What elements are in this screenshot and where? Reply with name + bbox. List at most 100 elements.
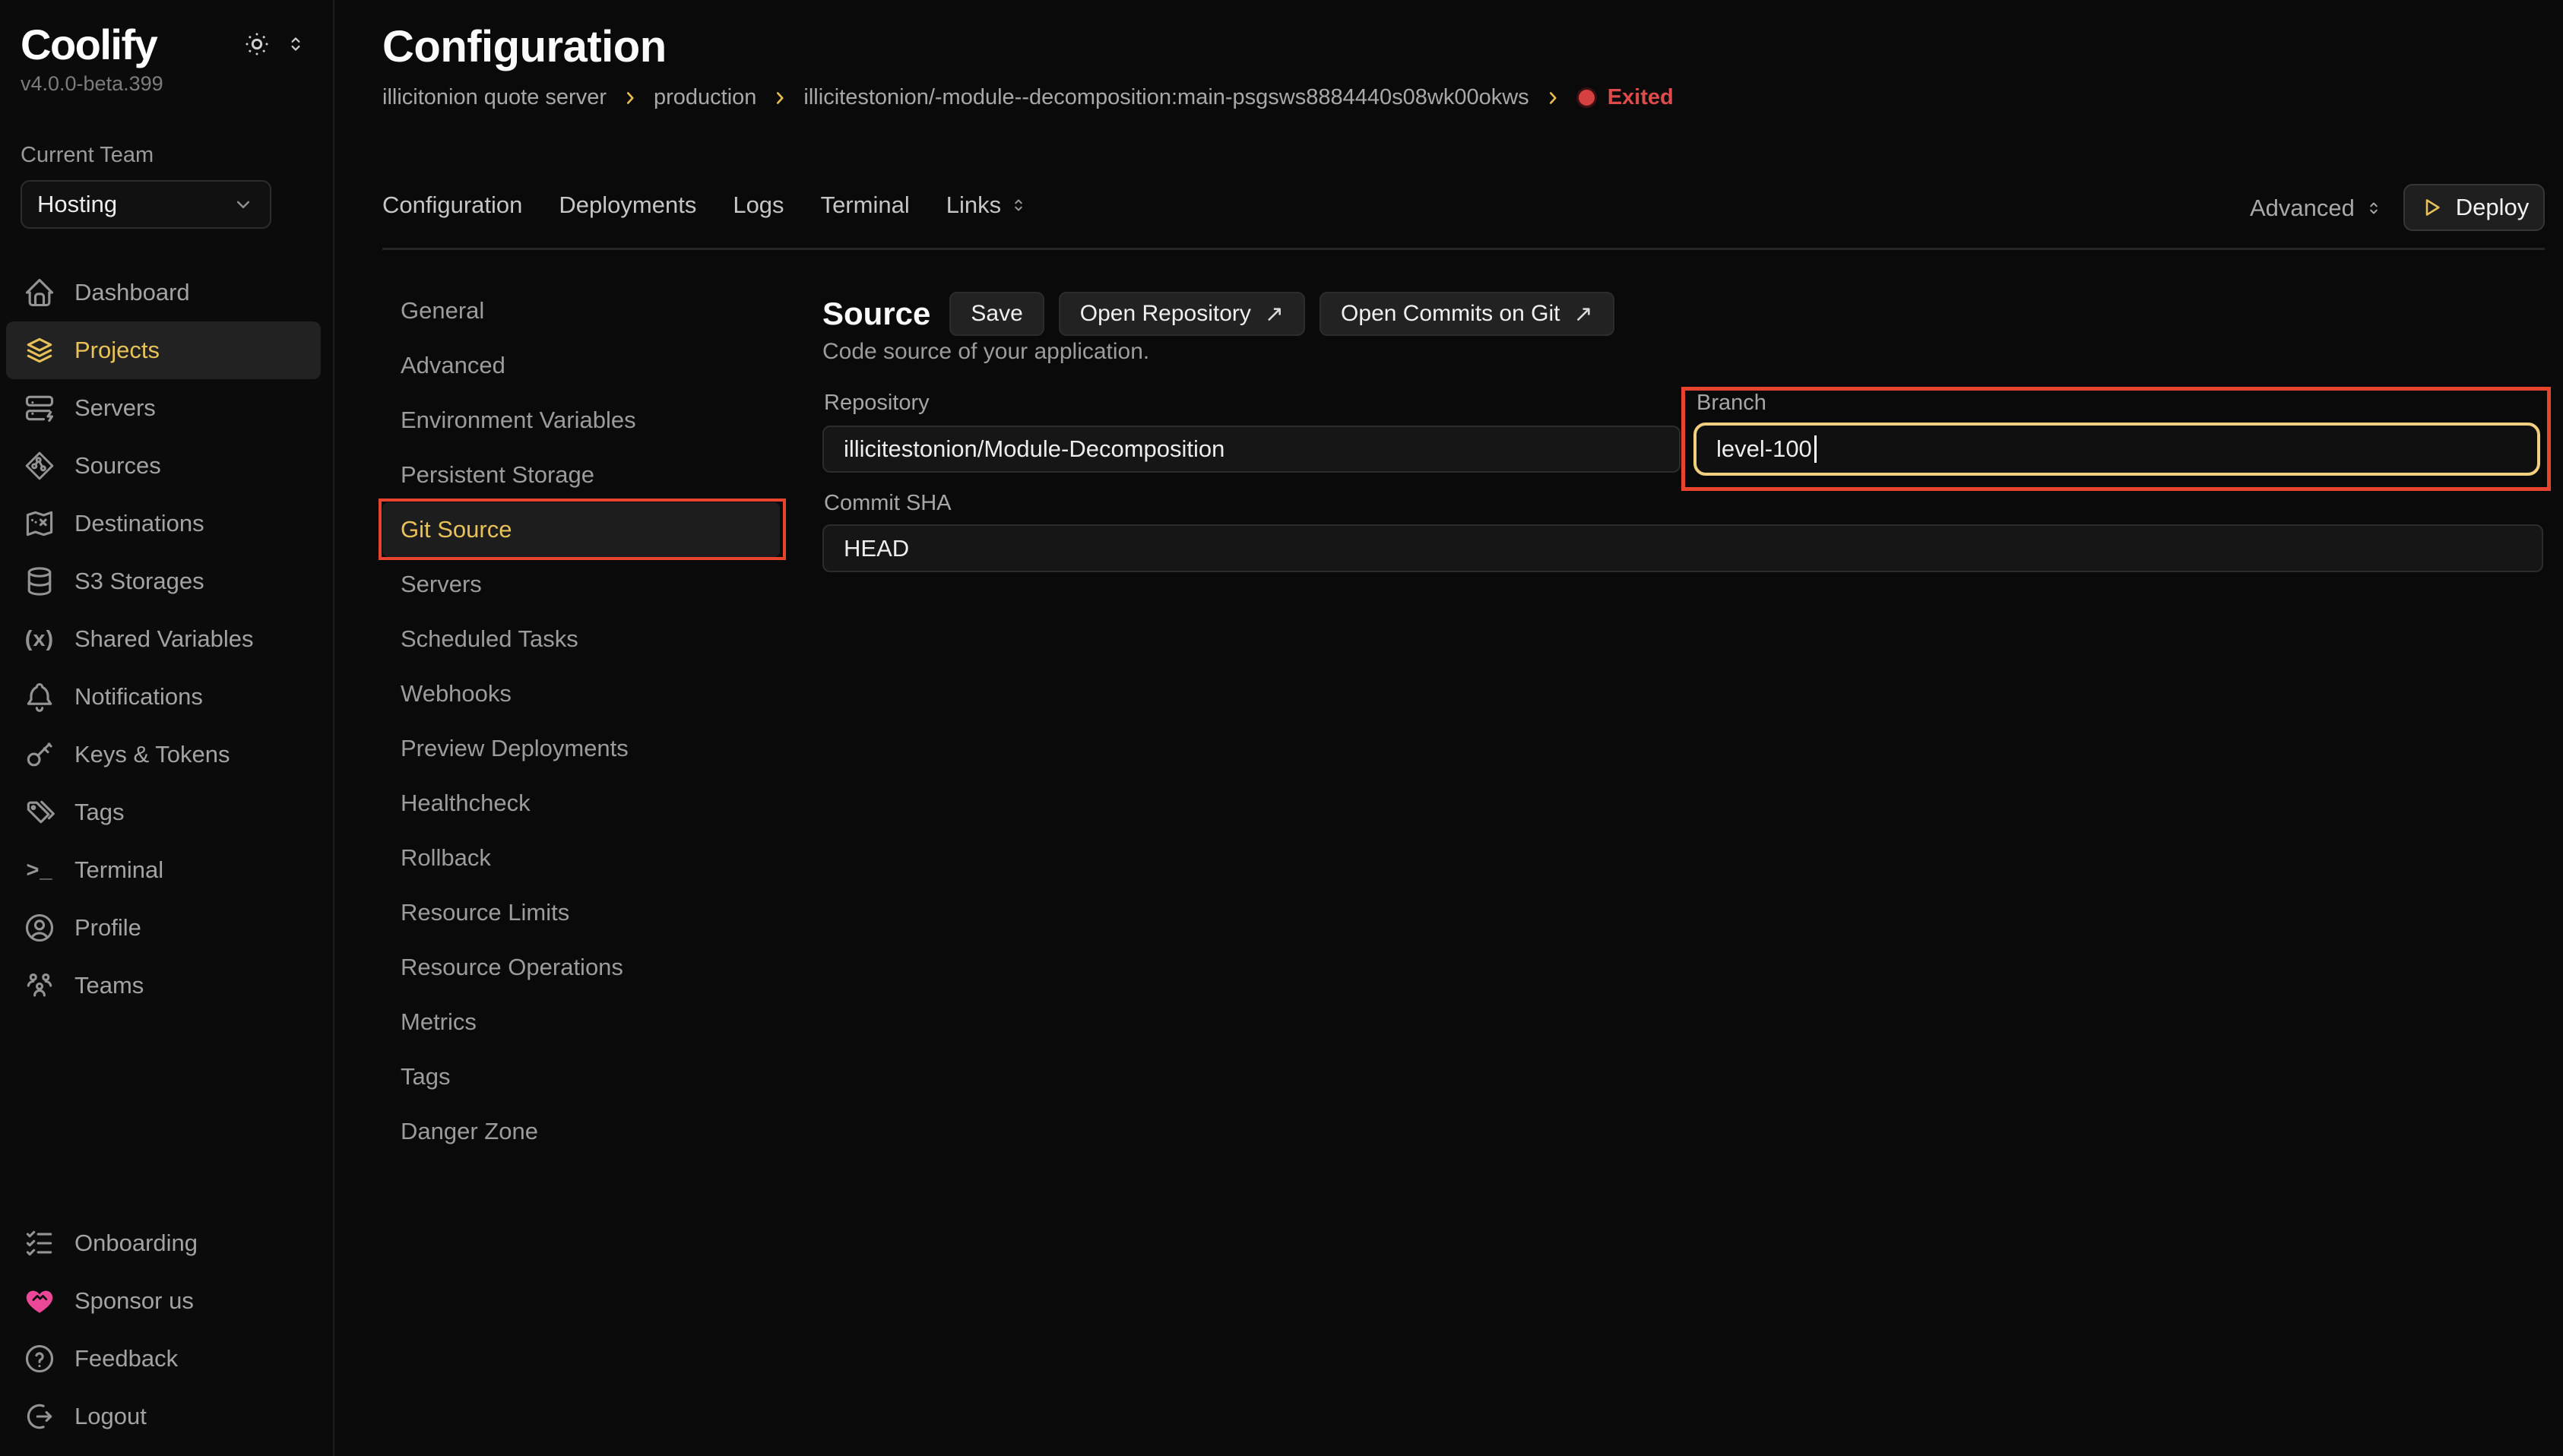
sidebar-item-terminal[interactable]: >_ Terminal xyxy=(6,841,321,899)
heart-icon xyxy=(23,1284,56,1318)
subnav-item-resource-limits[interactable]: Resource Limits xyxy=(382,885,793,940)
save-button[interactable]: Save xyxy=(949,292,1044,336)
status-dot-icon xyxy=(1576,87,1597,108)
logout-icon xyxy=(23,1400,56,1433)
source-header: Source Save Open Repository ↗ Open Commi… xyxy=(822,291,1614,337)
subnav-item-preview-deployments[interactable]: Preview Deployments xyxy=(382,721,793,776)
server-icon xyxy=(23,391,56,425)
git-diamond-icon xyxy=(23,449,56,483)
coolify-app: Coolify v4.0.0-beta.399 Current Team Hos… xyxy=(0,0,2563,1456)
sidebar-item-label: Logout xyxy=(74,1403,147,1430)
sidebar-item-destinations[interactable]: Destinations xyxy=(6,495,321,552)
tab-logs[interactable]: Logs xyxy=(733,191,784,219)
repository-label: Repository xyxy=(824,391,930,416)
sidebar-item-projects[interactable]: Projects xyxy=(6,321,321,379)
current-team-label: Current Team xyxy=(21,143,312,168)
checklist-icon xyxy=(23,1227,56,1260)
sidebar-item-servers[interactable]: Servers xyxy=(6,379,321,437)
breadcrumb-project-link[interactable]: illicitonion quote server xyxy=(382,85,607,110)
subnav-item-resource-operations[interactable]: Resource Operations xyxy=(382,940,793,995)
sidebar-item-teams[interactable]: Teams xyxy=(6,957,321,1014)
sidebar-item-label: Onboarding xyxy=(74,1230,198,1257)
status-text: Exited xyxy=(1608,85,1674,110)
external-link-icon: ↗ xyxy=(1265,301,1284,328)
subnav-item-tags[interactable]: Tags xyxy=(382,1049,793,1104)
sidebar-item-label: Profile xyxy=(74,914,141,942)
app-version: v4.0.0-beta.399 xyxy=(21,72,312,96)
subnav-item-advanced[interactable]: Advanced xyxy=(382,338,793,393)
sidebar-item-shared-variables[interactable]: (x) Shared Variables xyxy=(6,610,321,668)
branch-input[interactable]: level-100 xyxy=(1693,423,2540,476)
subnav-item-scheduled-tasks[interactable]: Scheduled Tasks xyxy=(382,612,793,666)
layers-icon xyxy=(23,334,56,367)
map-icon xyxy=(23,507,56,540)
team-select[interactable]: Hosting xyxy=(21,180,271,229)
app-logo[interactable]: Coolify xyxy=(21,20,157,69)
tab-deployments[interactable]: Deployments xyxy=(559,191,696,219)
sidebar-item-sponsor-us[interactable]: Sponsor us xyxy=(6,1272,321,1330)
tab-links[interactable]: Links xyxy=(946,191,1028,219)
external-link-icon: ↗ xyxy=(1573,301,1592,328)
advanced-dropdown[interactable]: Advanced xyxy=(2250,195,2384,222)
sidebar-nav: Dashboard Projects Servers Sources Desti… xyxy=(0,264,333,1014)
sidebar-item-dashboard[interactable]: Dashboard xyxy=(6,264,321,321)
sidebar-bottom-nav: Onboarding Sponsor us Feedback Logout xyxy=(0,1214,333,1445)
tab-bar: Configuration Deployments Logs Terminal … xyxy=(382,191,1028,219)
subnav-item-webhooks[interactable]: Webhooks xyxy=(382,666,793,721)
subnav-item-rollback[interactable]: Rollback xyxy=(382,831,793,885)
source-subtitle: Code source of your application. xyxy=(822,339,1149,365)
chevron-right-icon xyxy=(1543,88,1563,108)
chevron-right-icon xyxy=(620,88,640,108)
subnav-item-healthcheck[interactable]: Healthcheck xyxy=(382,776,793,831)
subnav-item-general[interactable]: General xyxy=(382,283,793,338)
sidebar-item-label: Projects xyxy=(74,337,160,364)
breadcrumb-resource-link[interactable]: illicitestonion/-module--decomposition:m… xyxy=(803,85,1529,110)
sidebar-item-label: Keys & Tokens xyxy=(74,741,230,768)
sidebar-item-notifications[interactable]: Notifications xyxy=(6,668,321,726)
config-subnav: General Advanced Environment Variables P… xyxy=(382,283,793,1159)
users-icon xyxy=(23,969,56,1002)
sidebar-item-label: Servers xyxy=(74,394,156,422)
open-commits-button[interactable]: Open Commits on Git ↗ xyxy=(1320,292,1614,336)
subnav-item-metrics[interactable]: Metrics xyxy=(382,995,793,1049)
subnav-item-danger-zone[interactable]: Danger Zone xyxy=(382,1104,793,1159)
sidebar-item-tags[interactable]: Tags xyxy=(6,783,321,841)
breadcrumb-environment-link[interactable]: production xyxy=(654,85,756,110)
sidebar-item-label: Sponsor us xyxy=(74,1287,194,1315)
subnav-item-git-source[interactable]: Git Source xyxy=(382,502,780,557)
sidebar-item-feedback[interactable]: Feedback xyxy=(6,1330,321,1388)
open-repository-button[interactable]: Open Repository ↗ xyxy=(1059,292,1305,336)
tab-terminal[interactable]: Terminal xyxy=(821,191,910,219)
subnav-item-servers[interactable]: Servers xyxy=(382,557,793,612)
text-cursor xyxy=(1814,435,1817,463)
sidebar-item-label: Terminal xyxy=(74,856,163,884)
sidebar-item-label: Dashboard xyxy=(74,279,190,306)
sidebar-item-label: Sources xyxy=(74,452,161,480)
deploy-button[interactable]: Deploy xyxy=(2403,184,2545,231)
tab-configuration[interactable]: Configuration xyxy=(382,191,522,219)
sidebar-item-profile[interactable]: Profile xyxy=(6,899,321,957)
sidebar-item-label: Notifications xyxy=(74,683,203,711)
play-icon xyxy=(2419,195,2444,220)
subnav-item-environment-variables[interactable]: Environment Variables xyxy=(382,393,793,448)
sidebar-item-label: Teams xyxy=(74,972,144,999)
team-select-value: Hosting xyxy=(37,191,117,218)
chevron-down-icon xyxy=(232,193,255,216)
sidebar-item-keys-tokens[interactable]: Keys & Tokens xyxy=(6,726,321,783)
repository-input[interactable]: illicitestonion/Module-Decomposition xyxy=(822,426,1681,473)
collapse-sidebar-icon[interactable] xyxy=(284,33,307,55)
status-badge: Exited xyxy=(1576,85,1674,110)
theme-sun-icon[interactable] xyxy=(242,29,272,59)
source-form: Repository illicitestonion/Module-Decomp… xyxy=(822,380,2543,631)
subnav-item-persistent-storage[interactable]: Persistent Storage xyxy=(382,448,793,502)
page-title: Configuration xyxy=(382,21,667,72)
sidebar-item-label: Shared Variables xyxy=(74,625,254,653)
bell-icon xyxy=(23,680,56,714)
home-icon xyxy=(23,276,56,309)
database-icon xyxy=(23,565,56,598)
commit-sha-input[interactable]: HEAD xyxy=(822,524,2543,572)
sidebar-item-onboarding[interactable]: Onboarding xyxy=(6,1214,321,1272)
sidebar-item-sources[interactable]: Sources xyxy=(6,437,321,495)
sidebar-item-s3-storages[interactable]: S3 Storages xyxy=(6,552,321,610)
sidebar-item-logout[interactable]: Logout xyxy=(6,1388,321,1445)
